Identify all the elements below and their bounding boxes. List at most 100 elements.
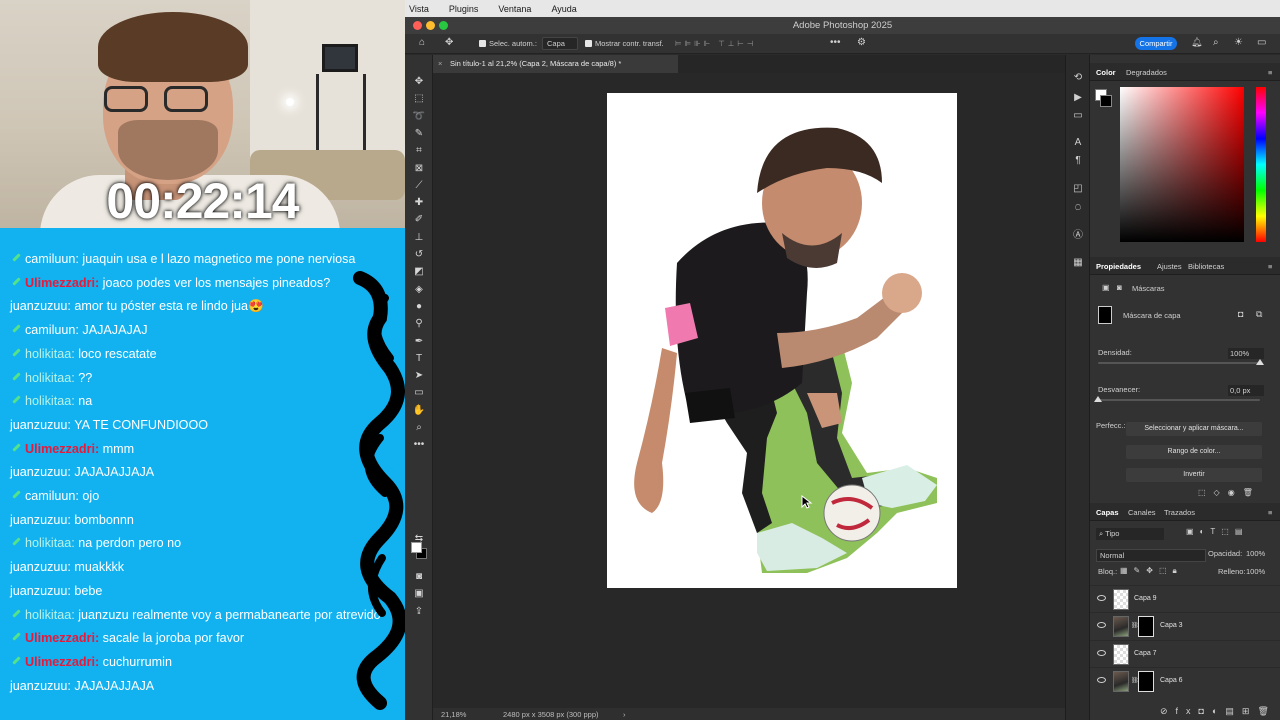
auto-select-dropdown[interactable]: Capa [542,37,578,50]
chat-username[interactable]: camiluun: [25,252,79,266]
chat-username[interactable]: juanzuzuu: [10,465,71,479]
density-input[interactable]: 100% [1228,348,1264,359]
character-icon[interactable]: A [1072,137,1084,149]
pen-tool-icon[interactable]: ✒ [412,335,426,349]
chat-username[interactable]: holikitaa: [25,347,75,361]
dodge-tool-icon[interactable]: ⚲ [412,317,426,331]
more-tools-icon[interactable]: ••• [412,438,426,452]
blur-tool-icon[interactable]: ● [412,300,426,314]
chat-username[interactable]: juanzuzuu: [10,584,71,598]
color-range-button[interactable]: Rango de color... [1126,445,1262,459]
layer-row[interactable]: Capa 9 [1090,585,1280,612]
zoom-level[interactable]: 21,18% [441,710,466,719]
chat-username[interactable]: Ulimezzadri: [25,631,99,645]
eye-icon[interactable] [1097,676,1106,683]
chat-username[interactable]: Ulimezzadri: [25,276,99,290]
eyedropper-tool-icon[interactable]: ⟋ [412,179,426,193]
tab-libraries[interactable]: Bibliotecas [1188,262,1224,271]
brush-tool-icon[interactable]: ✐ [412,213,426,227]
tab-layers[interactable]: Capas [1096,508,1119,517]
search-icon[interactable]: ⌕ [1213,37,1219,48]
zoom-tool-icon[interactable]: ⌕ [412,421,426,435]
menu-item[interactable]: Plugins [449,4,479,14]
bell-icon[interactable]: 🔔︎ [1191,37,1202,48]
align-icons[interactable]: ⊨⊫⊪⊩ ⊤⊥⊢⊣ [675,39,756,48]
home-icon[interactable]: ⌂ [419,37,425,48]
menu-item[interactable]: Ayuda [551,4,576,14]
mask-action-icons[interactable]: ⬚◇◉🗑︎ [1198,488,1261,497]
hand-tool-icon[interactable]: ✋ [412,404,426,418]
hue-slider[interactable] [1256,87,1266,242]
paragraph-icon[interactable]: ¶ [1072,155,1084,167]
tab-color[interactable]: Color [1096,68,1116,77]
type-tool-icon[interactable]: T [412,352,426,366]
close-tab-icon[interactable]: × [438,55,442,73]
layer-action-icons[interactable]: ⊘fx◘◐▤⊞🗑︎ [1160,706,1277,717]
blend-mode-dropdown[interactable]: Normal [1096,549,1206,562]
gear-icon[interactable]: ⚙ [857,37,866,48]
play-icon[interactable]: ▶ [1072,92,1084,104]
chat-username[interactable]: juanzuzuu: [10,299,71,313]
chat-username[interactable]: holikitaa: [25,608,75,622]
mask-thumbnail[interactable] [1098,306,1112,324]
tab-paths[interactable]: Trazados [1164,508,1195,517]
lasso-tool-icon[interactable]: ➰ [412,110,426,124]
move-tool-icon[interactable]: ✥ [412,75,426,89]
panel-menu-icon[interactable]: ≡ [1268,68,1272,77]
density-slider-handle[interactable] [1256,359,1264,365]
layer-row[interactable]: ⛓ Capa 6 [1090,666,1280,694]
eye-icon[interactable] [1097,595,1106,601]
document-tab[interactable]: × Sin título-1 al 21,2% (Capa 2, Máscara… [433,55,678,73]
pixel-mask-icon[interactable]: ◘ [1238,309,1243,319]
menu-item[interactable]: Vista [409,4,429,14]
more-options-icon[interactable]: ••• [830,37,841,48]
feather-input[interactable]: 0,0 px [1228,385,1264,396]
feather-slider[interactable] [1094,396,1260,402]
layer-mask-thumbnail[interactable] [1138,616,1154,638]
history-icon[interactable]: ⟲ [1072,72,1084,84]
invert-button[interactable]: Invertir [1126,468,1262,482]
density-slider[interactable] [1098,359,1264,365]
document-canvas[interactable] [607,93,957,588]
chat-username[interactable]: camiluun: [25,323,79,337]
background-color-swatch[interactable] [1100,95,1112,107]
workspace-icon[interactable]: ▭ [1257,37,1266,48]
eraser-tool-icon[interactable]: ◩ [412,265,426,279]
table-icon[interactable]: ▦ [1072,257,1084,269]
tab-adjustments[interactable]: Ajustes [1157,262,1182,271]
rectangle-tool-icon[interactable]: ▭ [412,386,426,400]
feather-slider-handle[interactable] [1094,396,1102,402]
chat-username[interactable]: juanzuzuu: [10,418,71,432]
path-select-tool-icon[interactable]: ➤ [412,369,426,383]
healing-tool-icon[interactable]: ✚ [412,196,426,210]
chat-username[interactable]: juanzuzuu: [10,679,71,693]
share-icon[interactable]: ⇪ [412,605,426,619]
lock-icons[interactable]: ▦✎✥⬚🔒︎ [1120,566,1183,576]
paint-bucket-tool-icon[interactable]: ◈ [412,283,426,297]
canvas-area[interactable] [433,73,1087,708]
layer-row[interactable]: ⛓ Capa 3 [1090,612,1280,639]
stamp-tool-icon[interactable]: ⊥ [412,231,426,245]
chat-username[interactable]: juanzuzuu: [10,560,71,574]
chat-username[interactable]: Ulimezzadri: [25,655,99,669]
status-chevron-icon[interactable]: › [623,710,626,719]
quick-mask-icon[interactable]: ◙ [412,570,426,584]
comment-icon[interactable]: ▭ [1072,110,1084,122]
opacity-value[interactable]: 100% [1246,549,1265,558]
brush-settings-icon[interactable]: ⍥ [1072,203,1084,215]
chat-username[interactable]: juanzuzuu: [10,513,71,527]
history-brush-tool-icon[interactable]: ↺ [412,248,426,262]
tab-channels[interactable]: Canales [1128,508,1156,517]
chat-username[interactable]: holikitaa: [25,371,75,385]
panel-menu-icon[interactable]: ≡ [1268,508,1272,517]
auto-select-checkbox[interactable]: Selec. autom.: [479,39,537,48]
marquee-tool-icon[interactable]: ⬚ [412,92,426,106]
screen-mode-icon[interactable]: ▣ [412,587,426,601]
chat-username[interactable]: holikitaa: [25,394,75,408]
crop-tool-icon[interactable]: ⌗ [412,144,426,158]
panel-menu-icon[interactable]: ≡ [1268,262,1272,271]
layer-filter-dropdown[interactable]: ⌕ Tipo [1096,528,1164,540]
select-and-mask-button[interactable]: Seleccionar y aplicar máscara... [1126,422,1262,436]
tab-gradients[interactable]: Degradados [1126,68,1167,77]
type-icon[interactable]: Ⓐ [1072,230,1084,242]
